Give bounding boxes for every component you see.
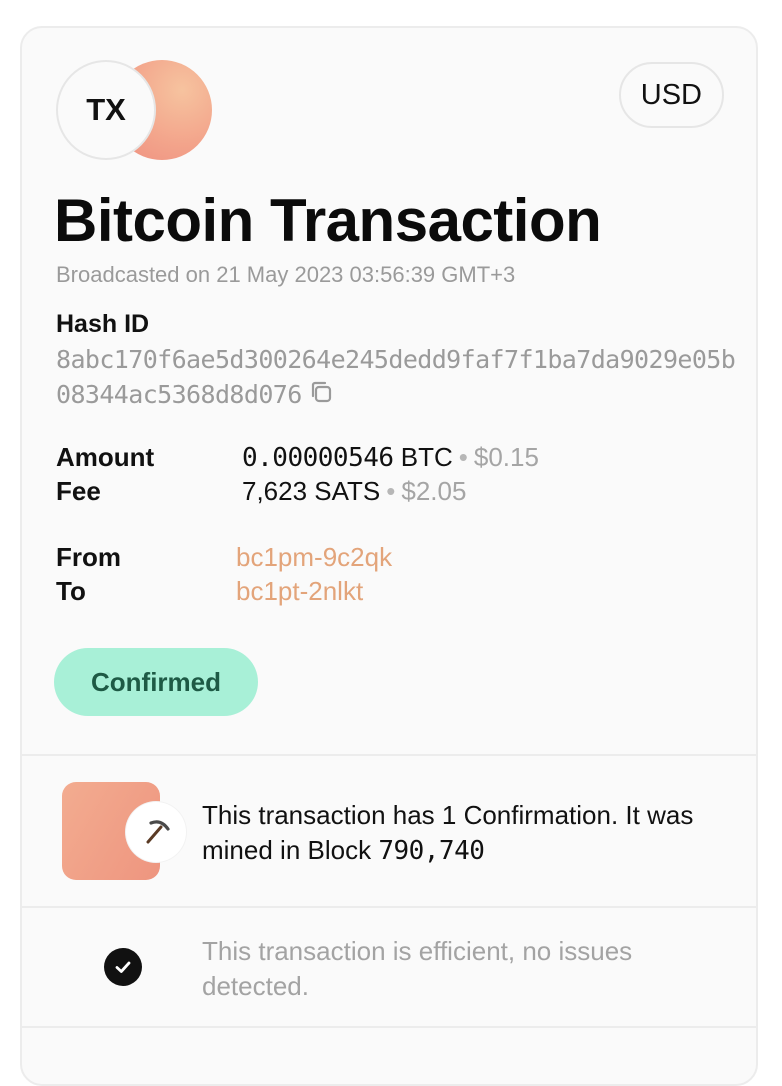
pickaxe-icon	[126, 802, 186, 862]
fee-value: 7,623 SATS • $2.05	[242, 476, 466, 507]
to-label: To	[56, 576, 86, 606]
amount-btc: 0.00000546	[242, 443, 394, 473]
status-badge: Confirmed	[54, 648, 258, 716]
divider	[22, 906, 756, 908]
amount-fiat: $0.15	[473, 442, 539, 472]
currency-toggle-button[interactable]: USD	[618, 62, 724, 128]
transaction-logo: TX	[56, 60, 216, 164]
broadcast-timestamp: Broadcasted on 21 May 2023 03:56:39 GMT+…	[56, 262, 516, 287]
copy-icon[interactable]	[308, 379, 334, 414]
check-circle-icon	[104, 948, 142, 986]
efficiency-text: This transaction is efficient, no issues…	[202, 936, 633, 1001]
page-title: Bitcoin Transaction	[54, 187, 602, 254]
hash-id-text[interactable]: 8abc170f6ae5d300264e245dedd9faf7f1ba7da9…	[56, 345, 736, 409]
block-number: 790,740	[378, 836, 485, 866]
from-address-link[interactable]: bc1pm-9c2qk	[236, 542, 392, 573]
transaction-card: TX USD Bitcoin Transaction Broadcasted o…	[20, 26, 758, 1086]
fee-label: Fee	[56, 476, 101, 506]
hash-id-label: Hash ID	[56, 310, 150, 338]
fee-sats: 7,623 SATS	[242, 476, 381, 506]
to-address-link[interactable]: bc1pt-2nlkt	[236, 576, 363, 607]
from-label: From	[56, 542, 121, 572]
tx-badge: TX	[56, 60, 156, 160]
hash-id-value[interactable]: 8abc170f6ae5d300264e245dedd9faf7f1ba7da9…	[56, 342, 736, 414]
amount-separator: •	[458, 442, 468, 472]
divider	[22, 754, 756, 756]
fee-fiat: $2.05	[401, 476, 467, 506]
amount-unit: BTC	[400, 442, 453, 472]
amount-value: 0.00000546 BTC • $0.15	[242, 442, 539, 473]
divider	[22, 1026, 756, 1028]
confirmation-text: This transaction has 1 Confirmation. It …	[202, 798, 722, 869]
fee-separator: •	[386, 476, 396, 506]
amount-label: Amount	[56, 442, 155, 472]
